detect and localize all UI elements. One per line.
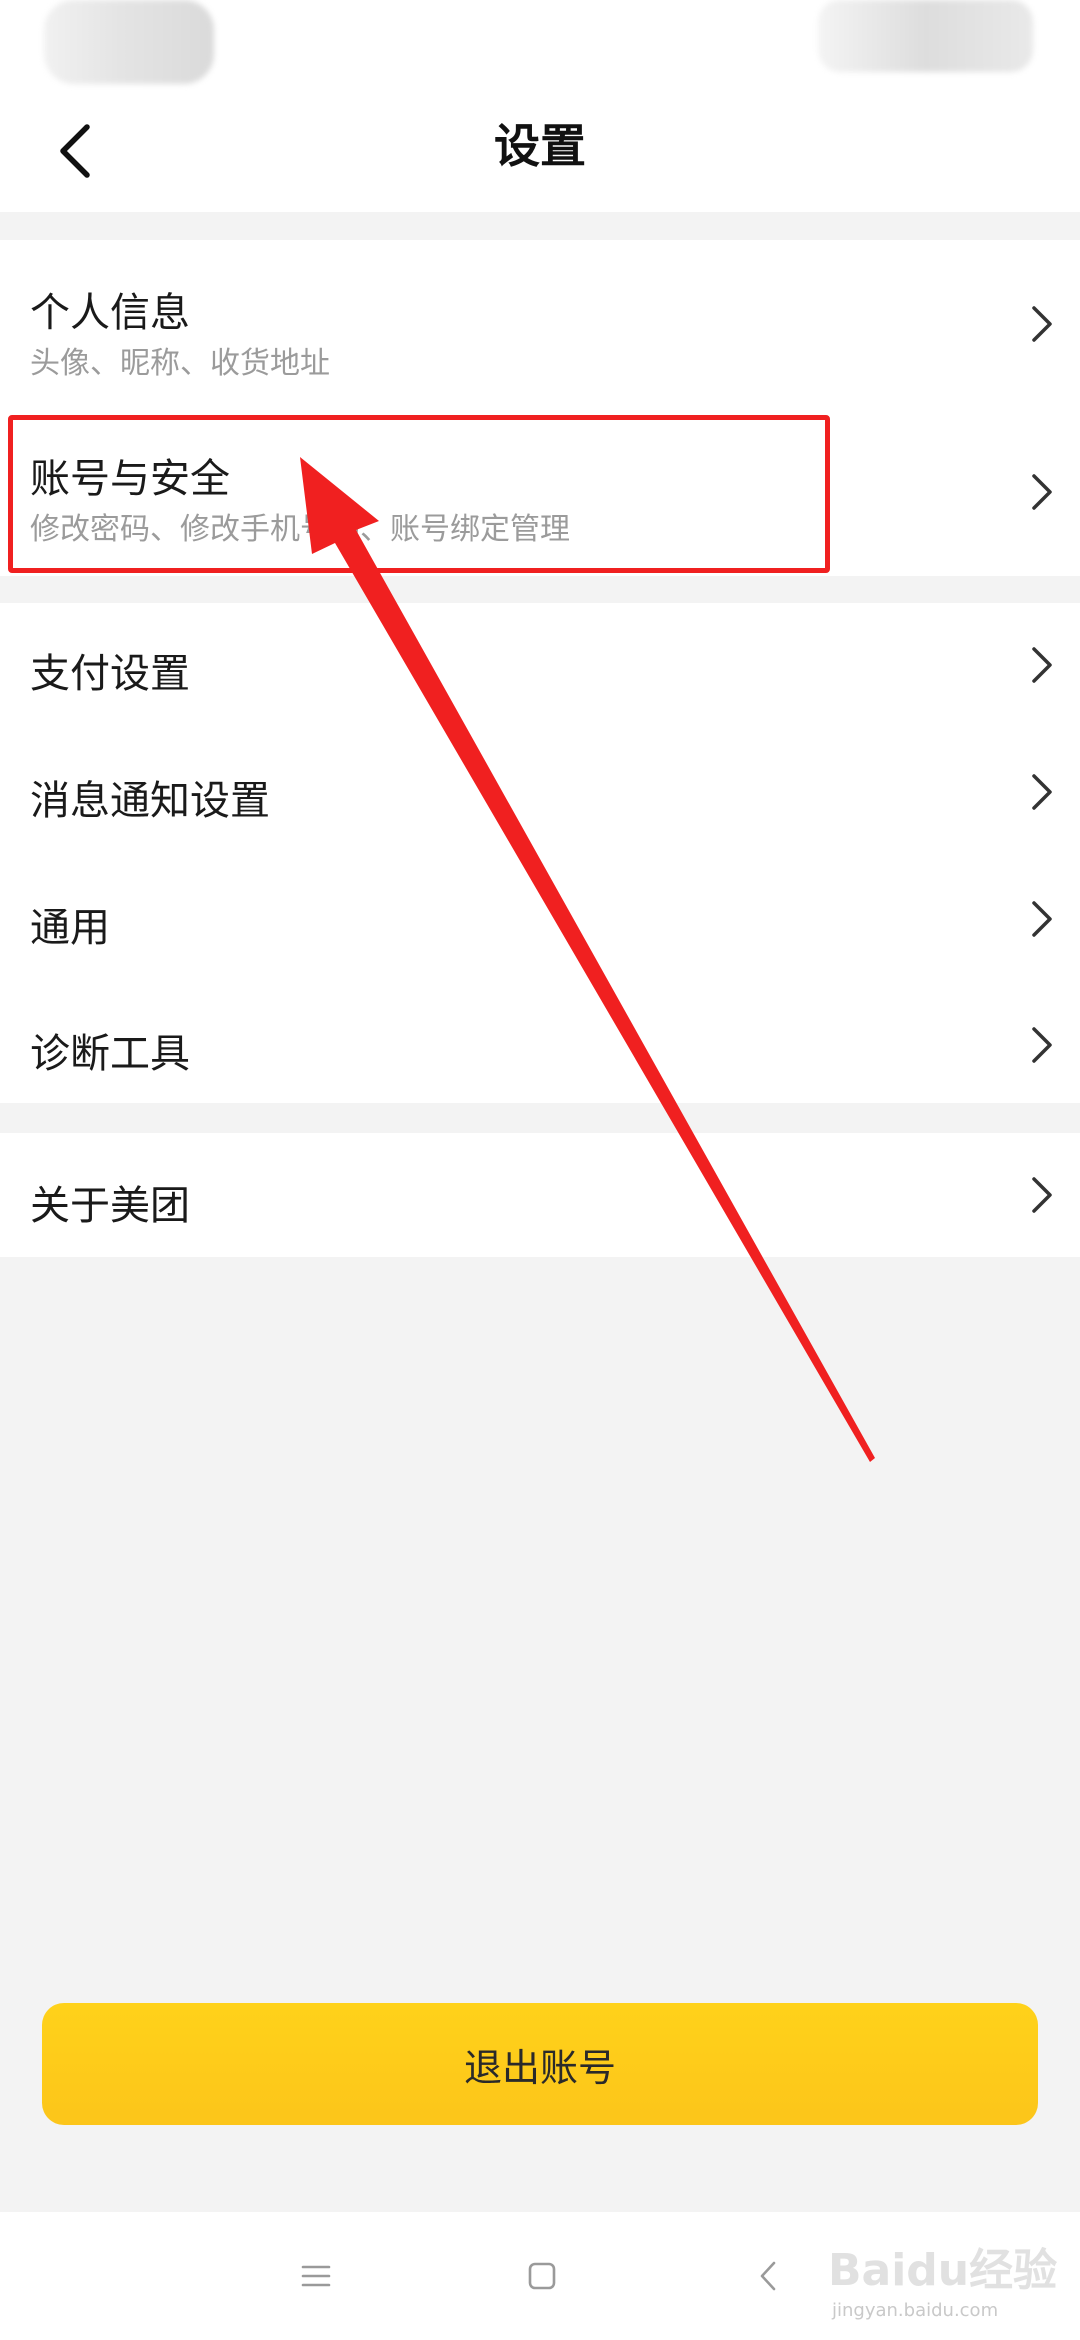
- settings-group-preferences: 支付设置 消息通知设置 通用 诊断工具: [0, 603, 1080, 1103]
- chevron-right-icon: [1032, 1177, 1052, 1213]
- chevron-right-icon: [1032, 474, 1052, 510]
- settings-item-subtitle: 头像、昵称、收货地址: [30, 346, 330, 381]
- annotation-highlight-box: [8, 415, 830, 573]
- settings-item-notifications[interactable]: 消息通知设置: [0, 728, 1080, 855]
- menu-icon: [301, 2265, 331, 2287]
- system-back-button[interactable]: [740, 2248, 796, 2304]
- chevron-right-icon: [1032, 774, 1052, 810]
- system-home-button[interactable]: [514, 2248, 570, 2304]
- settings-item-title: 个人信息: [30, 290, 190, 336]
- settings-item-title: 诊断工具: [30, 1031, 190, 1077]
- settings-item-title: 关于美团: [30, 1183, 190, 1229]
- blurred-status-left: [44, 0, 214, 84]
- settings-item-payment[interactable]: 支付设置: [0, 603, 1080, 728]
- settings-item-title: 消息通知设置: [30, 778, 270, 824]
- status-bar: [0, 0, 1080, 96]
- chevron-right-icon: [1032, 901, 1052, 937]
- watermark-url: jingyan.baidu.com: [832, 2300, 999, 2321]
- page-title: 设置: [494, 119, 586, 173]
- system-menu-button[interactable]: [288, 2248, 344, 2304]
- square-icon: [528, 2262, 556, 2290]
- logout-button[interactable]: 退出账号: [42, 2003, 1038, 2125]
- watermark-text: Baidu经验: [828, 2245, 1058, 2296]
- settings-item-title: 通用: [30, 905, 110, 951]
- chevron-right-icon: [1032, 1027, 1052, 1063]
- baidu-watermark: Baidu经验 jingyan.baidu.com: [820, 2222, 1057, 2332]
- settings-item-diagnostics[interactable]: 诊断工具: [0, 981, 1080, 1103]
- logout-label: 退出账号: [463, 2045, 616, 2090]
- settings-item-title: 支付设置: [30, 651, 190, 697]
- back-triangle-icon: [760, 2261, 776, 2291]
- settings-item-personal-info[interactable]: 个人信息 头像、昵称、收货地址: [0, 240, 1080, 406]
- settings-item-general[interactable]: 通用: [0, 855, 1080, 981]
- chevron-right-icon: [1032, 647, 1052, 683]
- nav-bar: 设置: [0, 96, 1080, 212]
- settings-item-about[interactable]: 关于美团: [0, 1133, 1080, 1257]
- chevron-right-icon: [1032, 306, 1052, 342]
- settings-group-about: 关于美团: [0, 1133, 1080, 1257]
- blurred-status-right: [818, 0, 1033, 72]
